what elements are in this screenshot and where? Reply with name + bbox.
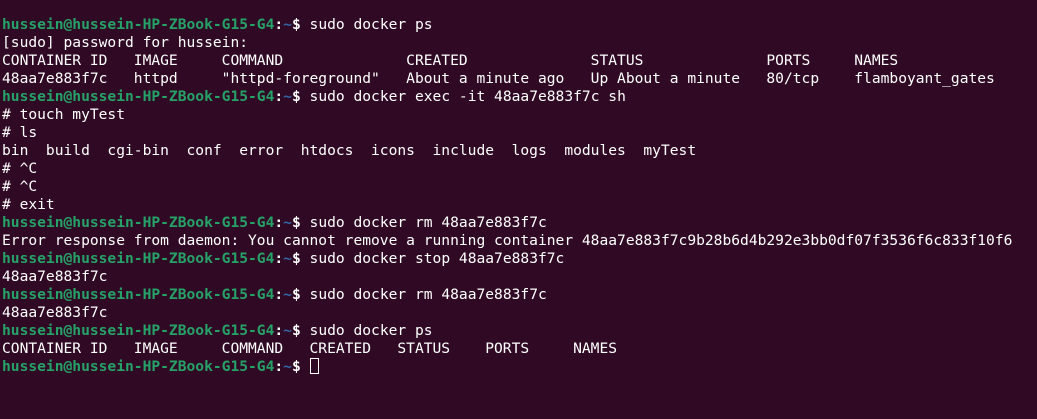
prompt-user-host: hussein@hussein-HP-ZBook-G15-G4 xyxy=(2,214,275,231)
prompt-user-host: hussein@hussein-HP-ZBook-G15-G4 xyxy=(2,88,275,105)
command-text: sudo docker rm 48aa7e883f7c xyxy=(309,214,547,231)
prompt-symbol: $ xyxy=(291,358,310,375)
prompt-line: hussein@hussein-HP-ZBook-G15-G4:~$ sudo … xyxy=(0,322,1037,340)
command-text: sudo docker exec -it 48aa7e883f7c sh xyxy=(309,88,626,105)
terminal-window[interactable]: hussein@hussein-HP-ZBook-G15-G4:~$ sudo … xyxy=(0,0,1037,419)
prompt-colon: : xyxy=(274,16,284,33)
output-line: # ^C xyxy=(2,178,38,195)
prompt-path: ~ xyxy=(283,214,292,231)
prompt-path: ~ xyxy=(283,250,292,267)
output-line: bin build cgi-bin conf error htdocs icon… xyxy=(2,142,697,159)
prompt-colon: : xyxy=(274,88,284,105)
prompt-path: ~ xyxy=(283,16,292,33)
output-line: # exit xyxy=(2,196,55,213)
prompt-user-host: hussein@hussein-HP-ZBook-G15-G4 xyxy=(2,358,275,375)
prompt-symbol: $ xyxy=(291,16,310,33)
prompt-line: hussein@hussein-HP-ZBook-G15-G4:~$ sudo … xyxy=(0,16,1037,34)
output-line: # ls xyxy=(2,124,38,141)
text-cursor[interactable] xyxy=(309,358,319,374)
output-line: Error response from daemon: You cannot r… xyxy=(2,232,1013,249)
command-text: sudo docker rm 48aa7e883f7c xyxy=(309,286,547,303)
prompt-colon: : xyxy=(274,322,284,339)
command-text: sudo docker ps xyxy=(309,322,433,339)
prompt-line: hussein@hussein-HP-ZBook-G15-G4:~$ sudo … xyxy=(0,88,1037,106)
prompt-symbol: $ xyxy=(291,250,310,267)
prompt-colon: : xyxy=(274,214,284,231)
output-line: # ^C xyxy=(2,160,38,177)
prompt-symbol: $ xyxy=(291,286,310,303)
prompt-symbol: $ xyxy=(291,322,310,339)
terminal-top-strip xyxy=(0,0,1037,16)
prompt-user-host: hussein@hussein-HP-ZBook-G15-G4 xyxy=(2,250,275,267)
prompt-line: hussein@hussein-HP-ZBook-G15-G4:~$ xyxy=(0,358,1037,376)
output-line: [sudo] password for hussein: xyxy=(2,34,257,51)
prompt-line: hussein@hussein-HP-ZBook-G15-G4:~$ sudo … xyxy=(0,214,1037,232)
output-line: 48aa7e883f7c xyxy=(2,268,108,285)
terminal-output: hussein@hussein-HP-ZBook-G15-G4:~$ sudo … xyxy=(0,16,1037,376)
prompt-colon: : xyxy=(274,358,284,375)
output-line: CONTAINER ID IMAGE COMMAND CREATED STATU… xyxy=(2,52,899,69)
output-line: 48aa7e883f7c xyxy=(2,304,108,321)
prompt-line: hussein@hussein-HP-ZBook-G15-G4:~$ sudo … xyxy=(0,250,1037,268)
prompt-symbol: $ xyxy=(291,214,310,231)
prompt-symbol: $ xyxy=(291,88,310,105)
prompt-colon: : xyxy=(274,286,284,303)
prompt-path: ~ xyxy=(283,358,292,375)
prompt-user-host: hussein@hussein-HP-ZBook-G15-G4 xyxy=(2,286,275,303)
prompt-user-host: hussein@hussein-HP-ZBook-G15-G4 xyxy=(2,16,275,33)
command-text: sudo docker ps xyxy=(309,16,433,33)
prompt-user-host: hussein@hussein-HP-ZBook-G15-G4 xyxy=(2,322,275,339)
output-line: CONTAINER ID IMAGE COMMAND CREATED STATU… xyxy=(2,340,618,357)
output-line: 48aa7e883f7c httpd "httpd-foreground" Ab… xyxy=(2,70,995,87)
command-text: sudo docker stop 48aa7e883f7c xyxy=(309,250,565,267)
prompt-path: ~ xyxy=(283,286,292,303)
prompt-path: ~ xyxy=(283,322,292,339)
output-line: # touch myTest xyxy=(2,106,126,123)
prompt-path: ~ xyxy=(283,88,292,105)
prompt-line: hussein@hussein-HP-ZBook-G15-G4:~$ sudo … xyxy=(0,286,1037,304)
prompt-colon: : xyxy=(274,250,284,267)
